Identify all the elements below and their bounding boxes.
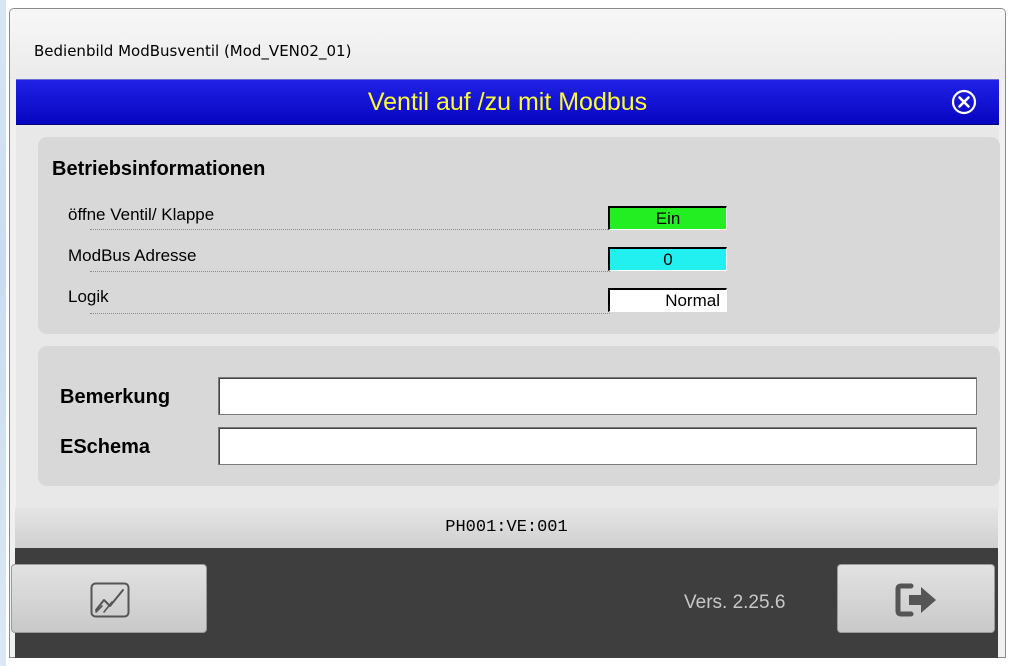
remark-input[interactable]: [218, 377, 977, 415]
version-label: Vers. 2.25.6: [684, 592, 786, 613]
remarks-panel: [38, 346, 1000, 486]
row-divider: [90, 313, 610, 314]
dialog-header: Ventil auf /zu mit Modbus: [16, 79, 999, 125]
status-bar: PH001:VE:001: [15, 508, 998, 548]
trend-button[interactable]: [11, 564, 207, 633]
logic-value: Normal: [608, 288, 727, 312]
trend-chart-icon: [90, 582, 130, 618]
row-label-modbus-address: ModBus Adresse: [68, 246, 197, 265]
eschema-input[interactable]: [218, 427, 977, 465]
remark-label: Bemerkung: [60, 386, 171, 408]
window-titlebar[interactable]: Bedienbild ModBusventil (Mod_VEN02_01): [10, 9, 1005, 79]
modbus-address-value: 0: [608, 247, 727, 271]
close-icon[interactable]: [951, 89, 977, 115]
row-label-logic: Logik: [68, 287, 109, 306]
desktop-background: [0, 0, 6, 666]
operating-info-title: Betriebsinformationen: [52, 158, 266, 180]
eschema-label: ESchema: [60, 436, 151, 458]
bottom-toolbar: Vers. 2.25.6: [11, 548, 998, 658]
dialog-title: Ventil auf /zu mit Modbus: [367, 88, 648, 116]
row-divider: [90, 229, 610, 230]
object-tag: PH001:VE:001: [445, 518, 568, 537]
valve-open-value: Ein: [608, 206, 727, 230]
row-divider: [90, 271, 610, 272]
exit-arrow-icon: [895, 583, 936, 617]
window-title: Bedienbild ModBusventil (Mod_VEN02_01): [34, 42, 352, 60]
exit-button[interactable]: [837, 564, 995, 633]
row-label-valve-open: öffne Ventil/ Klappe: [68, 205, 215, 224]
